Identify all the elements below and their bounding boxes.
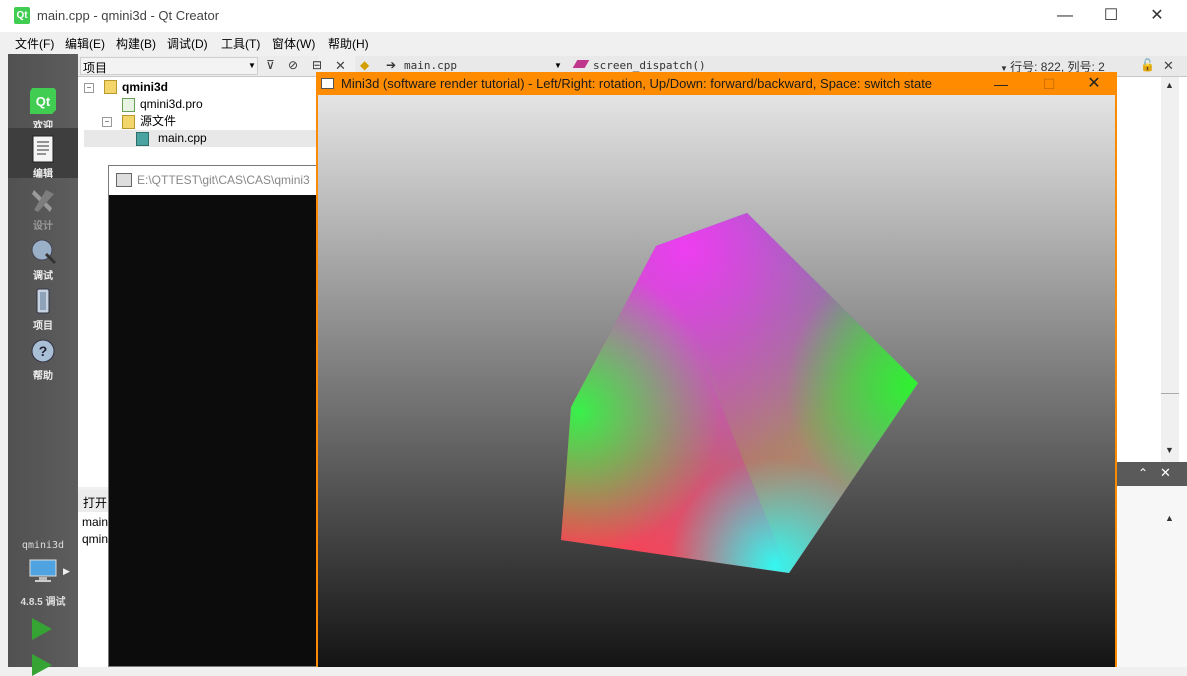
monitor-icon[interactable] <box>27 558 59 584</box>
mode-label: 编辑 <box>33 169 53 180</box>
current-file-combo[interactable]: main.cpp <box>404 59 457 72</box>
qt-creator-app-icon: Qt <box>14 7 30 24</box>
run-button[interactable] <box>32 618 52 640</box>
open-documents-title: 打开 <box>83 496 108 510</box>
menu-file[interactable]: 文件(F) <box>15 35 54 52</box>
debug-bug-icon <box>31 239 57 265</box>
mini3d-title: Mini3d (software render tutorial) - Left… <box>341 76 933 91</box>
qt-logo-icon: Qt <box>30 88 56 114</box>
menu-tools[interactable]: 工具(T) <box>221 35 260 52</box>
tree-row-main-cpp[interactable]: main.cpp <box>84 130 318 147</box>
projects-combo-label: 项目 <box>83 61 108 75</box>
scroll-down-icon[interactable]: ▼ <box>1165 445 1174 455</box>
source-folder-icon <box>122 115 135 129</box>
mode-edit[interactable]: 编辑 <box>8 128 78 180</box>
cpp-file-icon <box>136 132 149 146</box>
mini3d-app-icon <box>321 78 334 89</box>
tree-label: qmini3d <box>122 80 169 94</box>
mode-project[interactable]: 项目 <box>8 280 78 332</box>
chevron-down-icon[interactable]: ▼ <box>248 61 256 70</box>
kit-selector-arrow-icon[interactable]: ▶ <box>63 566 70 577</box>
mini3d-minimize-button[interactable]: — <box>986 73 1016 95</box>
menu-help[interactable]: 帮助(H) <box>328 35 369 52</box>
mini3d-maximize-button[interactable]: ☐ <box>1034 73 1064 95</box>
help-icon: ? <box>31 339 55 363</box>
menu-debug[interactable]: 调试(D) <box>167 35 208 52</box>
link-icon[interactable]: ⊘ <box>288 58 304 74</box>
mode-debug[interactable]: 调试 <box>8 230 78 282</box>
mode-label: 帮助 <box>33 371 53 382</box>
menu-build[interactable]: 构建(B) <box>116 35 156 52</box>
menu-edit[interactable]: 编辑(E) <box>65 35 105 52</box>
output-pane <box>1117 486 1187 667</box>
design-pen-icon <box>32 190 54 212</box>
kit-build-config: 4.8.5 调试 <box>20 597 66 608</box>
console-app-icon <box>116 173 132 187</box>
pro-file-icon <box>122 98 135 112</box>
editor-scrollbar[interactable] <box>1161 77 1179 462</box>
chevron-up-icon[interactable]: ⌃ <box>1138 466 1148 480</box>
close-button[interactable]: ✕ <box>1134 0 1180 32</box>
tree-label: main.cpp <box>158 131 207 145</box>
console-window[interactable] <box>108 165 326 667</box>
svg-text:Qt: Qt <box>36 94 51 109</box>
tree-label: 源文件 <box>140 114 177 128</box>
chevron-down-icon[interactable]: ▼ <box>554 61 562 70</box>
tree-label: qmini3d.pro <box>140 97 203 111</box>
nav-back-icon[interactable]: ◆ <box>360 58 369 72</box>
close-editor-icon[interactable]: ✕ <box>1163 58 1174 74</box>
edit-document-icon <box>32 135 54 163</box>
menu-window[interactable]: 窗体(W) <box>272 35 315 52</box>
mode-welcome[interactable]: Qt 欢迎 <box>8 80 78 132</box>
filter-icon[interactable]: ⊽ <box>266 58 282 74</box>
project-wrench-icon <box>36 288 50 314</box>
scroll-up-icon[interactable]: ▲ <box>1165 80 1174 90</box>
svg-text:?: ? <box>39 343 48 359</box>
scroll-up-icon[interactable]: ▲ <box>1165 513 1174 523</box>
close-icon[interactable]: ✕ <box>1160 465 1171 481</box>
collapse-icon[interactable]: − <box>102 117 112 127</box>
render-canvas[interactable] <box>318 95 1115 667</box>
open-document-item[interactable]: qmin <box>82 532 108 546</box>
output-pane-header <box>1117 462 1187 486</box>
mode-help[interactable]: ? 帮助 <box>8 330 78 382</box>
scroll-thumb[interactable] <box>1161 393 1179 400</box>
nav-forward-icon[interactable]: ➔ <box>386 58 396 72</box>
symbol-combo[interactable]: screen_dispatch() <box>593 59 706 72</box>
minimize-button[interactable]: — <box>1042 0 1088 32</box>
lock-icon[interactable]: 🔓 <box>1140 58 1155 72</box>
console-title: E:\QTTEST\git\CAS\CAS\qmini3 <box>137 173 310 187</box>
debug-run-button[interactable] <box>32 654 52 676</box>
kit-project-name: qmini3d <box>21 540 65 551</box>
maximize-button[interactable]: ☐ <box>1088 0 1134 32</box>
mode-design[interactable]: 设计 <box>8 180 78 232</box>
mini3d-close-button[interactable]: ✕ <box>1079 73 1109 95</box>
open-document-item[interactable]: main <box>82 515 108 529</box>
collapse-icon[interactable]: − <box>84 83 94 93</box>
window-title: main.cpp - qmini3d - Qt Creator <box>37 8 220 23</box>
project-folder-icon <box>104 80 117 94</box>
